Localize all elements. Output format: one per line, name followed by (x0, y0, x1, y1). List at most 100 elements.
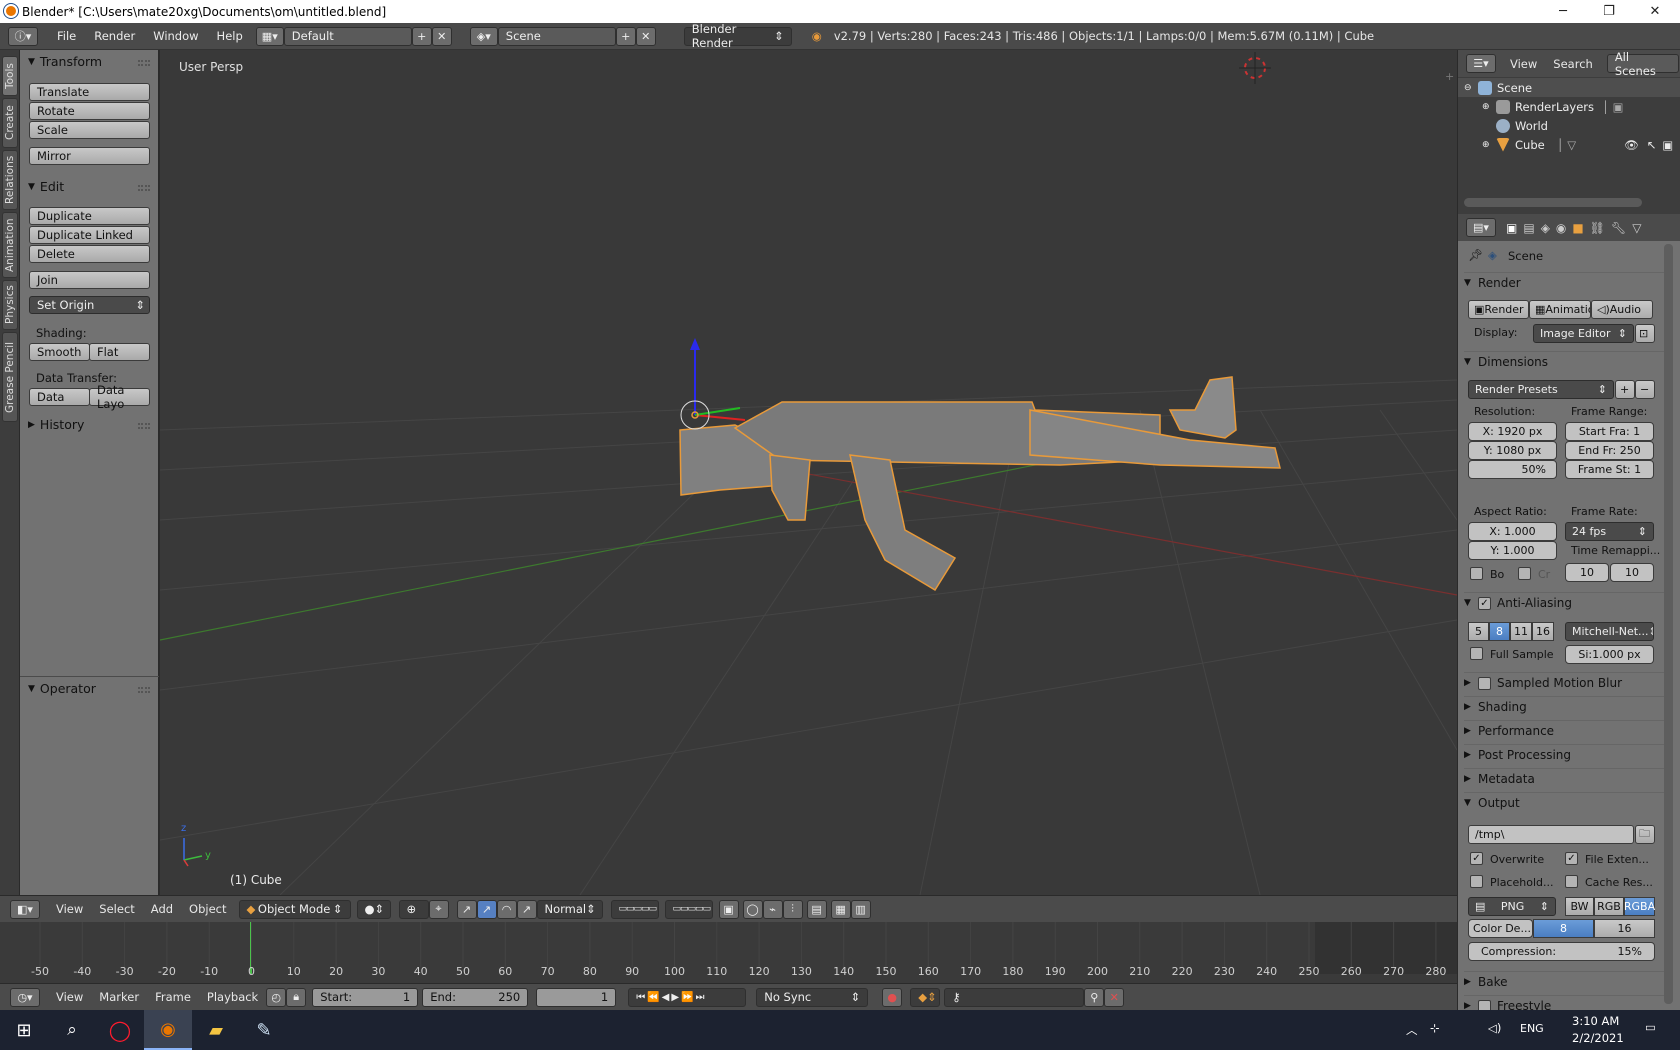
overwrite-checkbox[interactable]: ✓ (1470, 852, 1483, 865)
playback-icons[interactable]: ⏮⏪◀▶⏩⏭ (636, 992, 706, 1003)
add-scene-button[interactable]: + (615, 26, 636, 46)
delete-keyframe-button[interactable]: ✕ (1104, 987, 1125, 1007)
translate-button[interactable]: Translate (29, 83, 150, 101)
scene-tab-icon[interactable]: ◈ (1541, 221, 1550, 235)
timeline-menu-frame[interactable]: Frame (147, 990, 199, 1004)
frame-rate-select[interactable]: 24 fps ⇕ (1565, 522, 1654, 541)
motion-blur-checkbox[interactable] (1478, 676, 1491, 690)
editor-type-3d-button[interactable]: ◧▾ (10, 899, 40, 919)
outliner-item-world[interactable]: World (1458, 116, 1680, 135)
editor-type-properties-button[interactable]: ▤▾ (1466, 218, 1496, 237)
3d-viewport[interactable]: + User Persp z y (1) Cube (160, 50, 1457, 895)
frame-step-field[interactable]: Frame St: 1 (1565, 460, 1654, 479)
notifications-icon[interactable]: ▭ (1645, 1020, 1656, 1034)
select-arrow-icon[interactable]: ↖ (1647, 138, 1657, 152)
resolution-x-field[interactable]: X: 1920 px (1468, 422, 1557, 441)
duplicate-linked-button[interactable]: Duplicate Linked (29, 226, 150, 244)
data-layout-button[interactable]: Data Layo (89, 383, 150, 411)
freestyle-checkbox[interactable] (1478, 999, 1491, 1010)
rotate-button[interactable]: Rotate (29, 102, 150, 120)
current-frame-field[interactable]: 1 (536, 987, 617, 1007)
sampled-motion-blur-header[interactable]: ▶ Sampled Motion Blur (1464, 672, 1670, 693)
collapse-icon[interactable]: ⊖ (1464, 83, 1478, 93)
remap-new-field[interactable]: 10 (1610, 563, 1654, 582)
menu-object[interactable]: Object (181, 902, 234, 916)
transform-orientation-select[interactable]: Normal ⇕ (536, 899, 603, 919)
timeline-area[interactable]: -50 -40 -30 -20 -10 0 10 20 30 40 50 60 70 80 90 100 110… (0, 922, 1457, 983)
tab-relations[interactable]: Relations (2, 150, 18, 210)
timeline-menu-view[interactable]: View (48, 990, 91, 1004)
operator-panel-header[interactable]: ▼ Operator (28, 681, 96, 696)
tab-create[interactable]: Create (2, 98, 18, 148)
auto-keying-button[interactable]: ● (882, 987, 903, 1007)
color-mode-bw[interactable]: BW (1565, 897, 1594, 916)
3d-cursor-icon[interactable] (1239, 52, 1271, 84)
tab-physics[interactable]: Physics (2, 280, 18, 330)
opera-taskbar-button[interactable]: ◯ (96, 1010, 144, 1050)
keying-set-select[interactable]: ◆⇕ (910, 987, 941, 1007)
browse-folder-button[interactable]: 🗀︎ (1635, 825, 1655, 844)
clock-date[interactable]: 2/2/2021 (1572, 1031, 1624, 1045)
placeholders-checkbox[interactable] (1470, 875, 1483, 888)
viewport-shading-select[interactable]: ●⇕ (356, 899, 391, 919)
color-depth-8[interactable]: 8 (1533, 919, 1594, 938)
anti-aliasing-checkbox[interactable]: ✓ (1478, 596, 1491, 610)
metadata-panel-header[interactable]: ▶ Metadata (1464, 768, 1670, 789)
cache-result-checkbox[interactable] (1565, 875, 1578, 888)
color-mode-rgb[interactable]: RGB (1594, 897, 1624, 916)
mirror-button[interactable]: Mirror (29, 147, 150, 165)
pivot-point-select[interactable]: ⊕ (398, 899, 429, 919)
add-layout-button[interactable]: + (411, 26, 432, 46)
snap-element-select[interactable]: ⫶ (782, 899, 803, 919)
render-animation-button[interactable]: ▦ Animatio (1529, 300, 1591, 319)
file-format-select[interactable]: ▤ PNG ⇕ (1468, 897, 1556, 916)
constraint-tab-icon[interactable]: ⛓︎ (1590, 221, 1605, 235)
aa-filter-select[interactable]: Mitchell-Net...⇕ (1565, 622, 1654, 641)
edit-panel-header[interactable]: ▼ Edit (28, 179, 64, 194)
tab-grease-pencil[interactable]: Grease Pencil (2, 332, 18, 422)
ak47-model[interactable] (679, 376, 1281, 592)
scale-manipulator-button[interactable]: ◠ (496, 899, 517, 919)
shading-panel-header[interactable]: ▶ Shading (1464, 696, 1670, 717)
clock-time[interactable]: 3:10 AM (1572, 1014, 1619, 1028)
render-engine-select[interactable]: Blender Render ⇕ (683, 22, 792, 50)
modifier-tab-icon[interactable]: 🔧︎ (1611, 221, 1626, 235)
lock-layers-button[interactable]: ▣ (718, 899, 739, 919)
object-tab-icon[interactable]: ■ (1572, 221, 1583, 235)
menu-render[interactable]: Render (85, 29, 144, 43)
aa-samples-5[interactable]: 5 (1468, 622, 1489, 641)
flat-button[interactable]: Flat (89, 343, 150, 361)
opengl-anim-render-button[interactable]: ▥ (850, 899, 871, 919)
scene-browse-button[interactable]: ◈▾ (469, 26, 498, 46)
translate-manipulator-button[interactable]: ↗ (456, 899, 477, 919)
end-frame-field[interactable]: End: 250 (422, 987, 529, 1007)
delete-scene-button[interactable]: ✕ (635, 26, 656, 46)
history-panel-header[interactable]: ▶ History (28, 417, 84, 432)
filter-size-field[interactable]: Si:1.000 px (1565, 645, 1654, 664)
outliner-menu-search[interactable]: Search (1545, 57, 1601, 71)
scene-field[interactable]: Scene (497, 26, 616, 46)
panel-grip-icon[interactable] (138, 60, 150, 66)
file-extensions-checkbox[interactable]: ✓ (1565, 852, 1578, 865)
opengl-render-button[interactable]: ▤ (806, 899, 827, 919)
world-tab-icon[interactable]: ◉ (1556, 221, 1566, 235)
full-sample-checkbox[interactable] (1470, 647, 1483, 660)
dimensions-panel-header[interactable]: ▼ Dimensions (1464, 351, 1670, 372)
editor-type-outliner-button[interactable]: ☰▾ (1466, 54, 1496, 73)
insert-keyframe-button[interactable]: ⚲ (1084, 987, 1105, 1007)
outliner-item-cube[interactable]: ⊕ Cube │ ▽ 👁︎ ↖ ▣ (1458, 135, 1680, 154)
set-origin-dropdown[interactable]: Set Origin ⇕ (29, 296, 150, 314)
layers-row-1[interactable]: ▭▭▭▭▭ (610, 899, 659, 919)
language-indicator[interactable]: ENG (1520, 1022, 1544, 1035)
screen-layout-field[interactable]: Default (283, 26, 412, 46)
mode-select[interactable]: ◆ Object Mode ⇕ (238, 899, 351, 919)
aspect-y-field[interactable]: Y: 1.000 (1468, 541, 1557, 560)
data-transfer-button[interactable]: Data (29, 388, 90, 406)
start-frame-prop-field[interactable]: Start Fra: 1 (1565, 422, 1654, 441)
crop-checkbox[interactable] (1518, 567, 1531, 580)
proportional-edit-button[interactable]: ◯ (742, 899, 763, 919)
lock-interface-button[interactable]: ⊡ (1635, 324, 1655, 343)
aa-samples-11[interactable]: 11 (1510, 622, 1532, 641)
start-button[interactable]: ⊞ (0, 1010, 48, 1050)
data-tab-icon[interactable]: ▽ (1632, 221, 1641, 235)
